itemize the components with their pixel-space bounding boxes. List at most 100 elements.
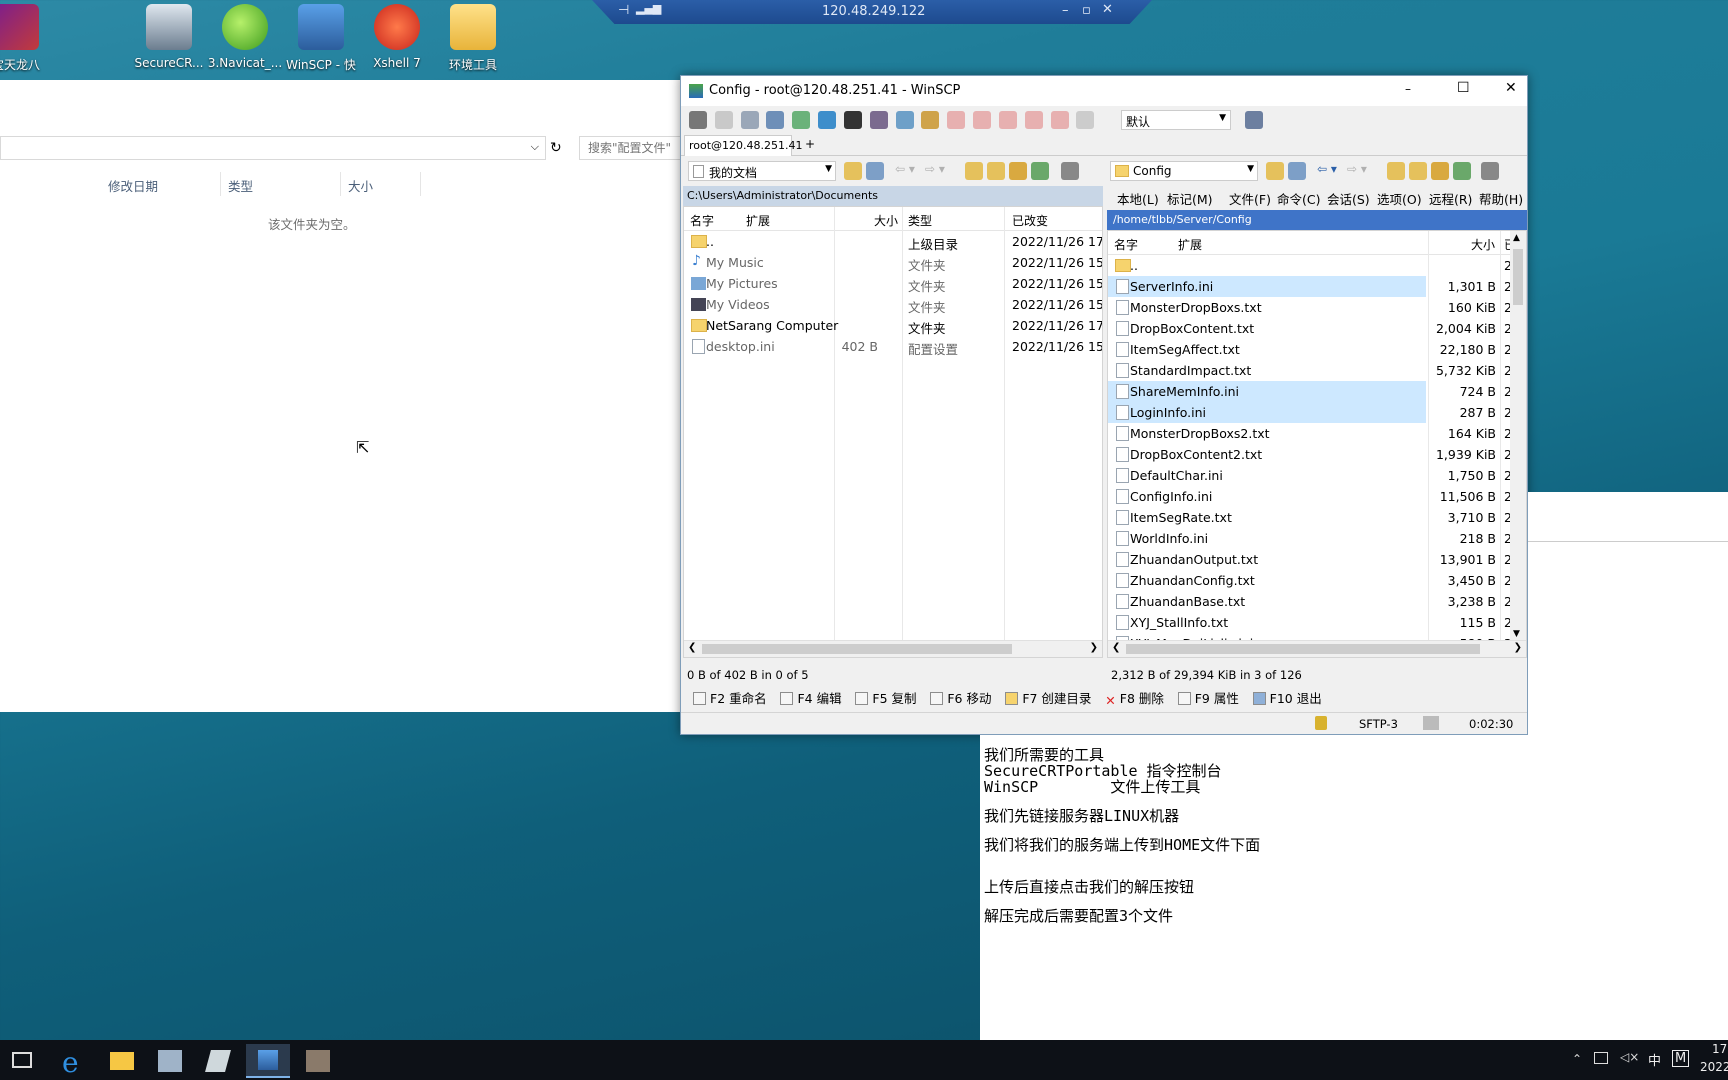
chevron-down-icon[interactable]: ⌵	[531, 140, 539, 154]
root-dir-icon[interactable]	[987, 162, 1005, 180]
address-bar[interactable]: ⌵	[0, 136, 546, 160]
f5-copy-button[interactable]: F5 复制	[855, 688, 917, 707]
network-icon[interactable]	[1594, 1052, 1608, 1064]
pin-icon[interactable]: ⊣	[618, 3, 629, 18]
column-size[interactable]: 大小	[1471, 236, 1495, 253]
scroll-right-icon[interactable]: ❯	[1090, 642, 1098, 653]
tree-icon[interactable]	[1061, 162, 1079, 180]
filter-dir-icon[interactable]	[866, 162, 884, 180]
refresh-icon[interactable]: ↻	[550, 140, 562, 156]
column-size[interactable]: 大小	[874, 212, 898, 229]
remote-file-row[interactable]: StandardImpact.txt	[1108, 360, 1426, 381]
putty-icon[interactable]	[869, 111, 888, 129]
parent-dir-icon[interactable]	[1387, 162, 1405, 180]
column-ext[interactable]: 扩展	[746, 212, 770, 229]
clock-date[interactable]: 2022	[1700, 1060, 1728, 1074]
scroll-thumb[interactable]	[1126, 644, 1480, 654]
settings-icon[interactable]	[689, 111, 707, 129]
menu-local[interactable]: 本地(L)	[1117, 189, 1159, 208]
taskbar-explorer[interactable]	[100, 1044, 144, 1078]
remote-vertical-scrollbar[interactable]: ▲ ▼	[1510, 231, 1526, 641]
taskbar-winscp[interactable]	[246, 1044, 290, 1078]
restore-icon[interactable]: ▫	[1082, 3, 1091, 18]
refresh-local-icon[interactable]	[1031, 162, 1049, 180]
taskbar-ie[interactable]: e	[52, 1044, 96, 1079]
sync-icon[interactable]	[766, 111, 785, 129]
console-icon[interactable]	[843, 111, 862, 129]
remote-file-row[interactable]: ZhuandanConfig.txt	[1108, 570, 1426, 591]
desktop-icon-xshell[interactable]: Xshell 7	[359, 4, 435, 70]
f7-mkdir-button[interactable]: F7 创建目录	[1005, 688, 1091, 707]
menu-command[interactable]: 命令(C)	[1277, 189, 1320, 208]
remote-horizontal-scrollbar[interactable]: ❮ ❯	[1108, 640, 1526, 657]
tree-icon[interactable]	[1481, 162, 1499, 180]
column-name[interactable]: 名字	[690, 212, 714, 229]
home-icon[interactable]	[1009, 162, 1027, 180]
f4-edit-button[interactable]: F4 编辑	[780, 688, 842, 707]
local-file-row[interactable]: .. 上级目录 2022/11/26 17:	[684, 231, 1102, 252]
menu-help[interactable]: 帮助(H)	[1479, 189, 1523, 208]
compare-icon[interactable]	[792, 111, 811, 129]
column-modified[interactable]: 修改日期	[108, 176, 158, 195]
select-icon[interactable]	[947, 111, 966, 129]
task-view-icon[interactable]	[12, 1052, 32, 1068]
remote-file-row[interactable]: LoginInfo.ini	[1108, 402, 1426, 423]
unselect-icon[interactable]	[973, 111, 992, 129]
taskbar-remote-app[interactable]	[296, 1044, 340, 1078]
remote-file-row[interactable]: DefaultChar.ini	[1108, 465, 1426, 486]
remote-file-row[interactable]: MonsterDropBoxs2.txt	[1108, 423, 1426, 444]
remote-file-row[interactable]: DropBoxContent.txt	[1108, 318, 1426, 339]
parent-dir-icon[interactable]	[965, 162, 983, 180]
filter-dir-icon[interactable]	[1288, 162, 1306, 180]
close-icon[interactable]: ✕	[1505, 80, 1517, 96]
back-icon[interactable]: ⇦ ▾	[895, 162, 915, 176]
f2-rename-button[interactable]: F2 重命名	[693, 688, 767, 707]
queue-icon[interactable]	[714, 111, 733, 129]
session-tab[interactable]: root@120.48.251.41	[684, 135, 803, 156]
remote-file-row[interactable]: ZhuandanOutput.txt	[1108, 549, 1426, 570]
home-icon[interactable]	[1431, 162, 1449, 180]
transfer-icon[interactable]	[895, 111, 914, 129]
f9-properties-button[interactable]: F9 属性	[1177, 688, 1239, 707]
local-file-row[interactable]: NetSarang Computer 文件夹 2022/11/26 17:	[684, 315, 1102, 336]
local-file-row[interactable]: My Pictures 文件夹 2022/11/26 15:	[684, 273, 1102, 294]
menu-session[interactable]: 会话(S)	[1327, 189, 1370, 208]
refresh-remote-icon[interactable]	[1453, 162, 1471, 180]
desktop-icon-navicat[interactable]: 3.Navicat_...	[207, 4, 283, 70]
f10-exit-button[interactable]: F10 退出	[1252, 688, 1322, 707]
transfer-profile-select[interactable]: 默认 ▼	[1121, 110, 1231, 130]
reload-icon[interactable]	[1076, 111, 1095, 129]
remote-file-row[interactable]: MonsterDropBoxs.txt	[1108, 297, 1426, 318]
remote-file-row[interactable]: WorldInfo.ini	[1108, 528, 1426, 549]
remote-file-row[interactable]: ItemSegAffect.txt	[1108, 339, 1426, 360]
local-location-select[interactable]: 我的文档 ▼	[688, 161, 836, 181]
invert-icon[interactable]	[1024, 111, 1043, 129]
desktop-icon-securecrt[interactable]: SecureCR...	[131, 4, 207, 70]
desktop-icon-winscp[interactable]: WinSCP - 快	[283, 4, 359, 73]
chevron-up-icon[interactable]: ⌃	[1572, 1052, 1582, 1066]
minimize-icon[interactable]: –	[1405, 82, 1411, 96]
forward-icon[interactable]: ⇨ ▾	[1347, 162, 1367, 176]
remote-file-row[interactable]: ..	[1108, 255, 1426, 276]
ime-indicator[interactable]: 中	[1648, 1050, 1661, 1069]
forward-icon[interactable]: ⇨ ▾	[925, 162, 945, 176]
close-icon[interactable]: ✕	[1102, 2, 1113, 17]
minimize-icon[interactable]: –	[1062, 3, 1069, 18]
ime-mode[interactable]: M	[1672, 1050, 1690, 1067]
local-file-row[interactable]: My Videos 文件夹 2022/11/26 15:	[684, 294, 1102, 315]
remote-file-row[interactable]: ServerInfo.ini	[1108, 276, 1426, 297]
copy-queue-icon[interactable]	[740, 111, 759, 129]
column-changed[interactable]: 已改变	[1012, 212, 1048, 229]
desktop-icon-tools-folder[interactable]: 环境工具	[435, 4, 511, 73]
desktop-icon-tlbb[interactable]: 宝天龙八	[0, 4, 54, 73]
open-folder-icon[interactable]	[1266, 162, 1284, 180]
scroll-left-icon[interactable]: ❮	[1112, 642, 1120, 653]
local-file-row[interactable]: ♪ My Music 文件夹 2022/11/26 15:	[684, 252, 1102, 273]
column-type[interactable]: 类型	[228, 176, 253, 195]
refresh-icon[interactable]	[818, 111, 837, 129]
notes-document[interactable]: 我们所需要的工具 SecureCRTPortable 指令控制台 WinSCP 文件…	[980, 735, 1728, 1040]
scroll-left-icon[interactable]: ❮	[688, 642, 696, 653]
scroll-right-icon[interactable]: ❯	[1514, 642, 1522, 653]
taskbar-server-manager[interactable]	[148, 1044, 192, 1078]
column-name[interactable]: 名字	[1114, 236, 1138, 253]
